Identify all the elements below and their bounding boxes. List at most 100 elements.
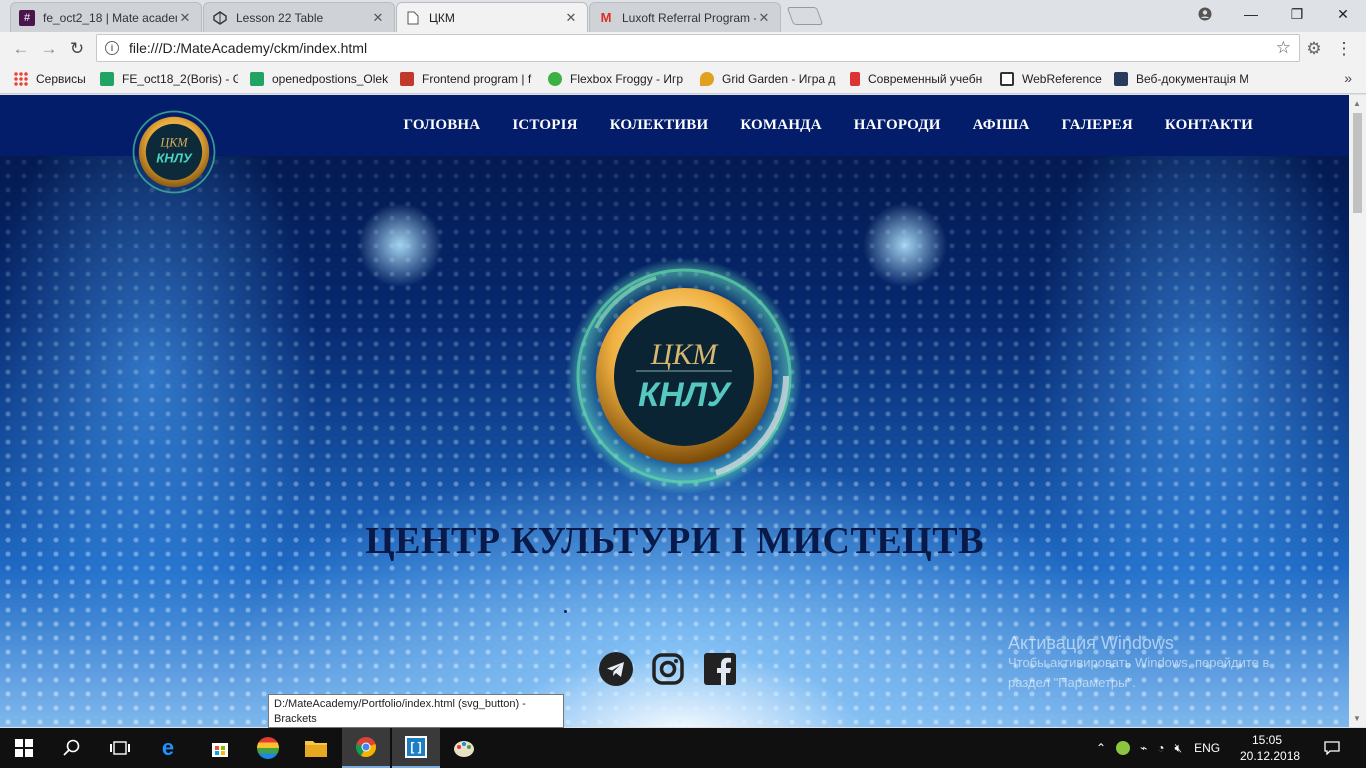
reload-icon[interactable]: ↻: [66, 38, 88, 60]
carrot-icon: [700, 72, 714, 86]
window-close-button[interactable]: ✕: [1320, 0, 1366, 28]
minimize-button[interactable]: —: [1228, 0, 1274, 28]
notifications-icon[interactable]: [1324, 728, 1340, 768]
paint-icon[interactable]: [440, 728, 488, 768]
windows-taskbar: e [ ] ⌃ ⌁ ◔ 🔇︎ ENG 15:05 20.12.2018: [0, 728, 1366, 768]
nav-item-team[interactable]: КОМАНДА: [740, 117, 821, 134]
page-viewport: ГОЛОВНА ІСТОРІЯ КОЛЕКТИВИ КОМАНДА НАГОРО…: [0, 95, 1349, 727]
tab-title: ЦКМ: [429, 10, 455, 25]
bookmark-star-icon[interactable]: ☆: [1276, 38, 1291, 58]
bookmark-frontend-program[interactable]: Frontend program | f: [400, 70, 538, 88]
slack-hash-icon: #: [19, 9, 35, 26]
nav-item-awards[interactable]: НАГОРОДИ: [854, 117, 941, 134]
tab-title: Luxoft Referral Program -: [622, 10, 756, 25]
social-links: [599, 652, 737, 686]
nav-item-history[interactable]: ІСТОРІЯ: [512, 117, 577, 134]
close-icon[interactable]: ✕: [370, 10, 386, 26]
menu-dots-icon[interactable]: ⋮: [1333, 38, 1355, 60]
nav-item-contacts[interactable]: КОНТАКТИ: [1165, 117, 1253, 134]
page-scrollbar[interactable]: ▲ ▼: [1349, 95, 1366, 727]
tab-luxoft[interactable]: M Luxoft Referral Program - ✕: [589, 2, 781, 32]
bookmark-flexbox-froggy[interactable]: Flexbox Froggy - Игр: [548, 70, 686, 88]
logo-text-bottom: КНЛУ: [156, 151, 193, 166]
logo-text-top: ЦКМ: [159, 136, 188, 150]
store-icon[interactable]: [196, 728, 244, 768]
facebook-icon[interactable]: [703, 652, 737, 686]
tab-title: fe_oct2_18 | Mate academ: [43, 10, 177, 25]
sheets-icon: [100, 72, 114, 86]
tab-lesson-22[interactable]: Lesson 22 Table ✕: [203, 2, 395, 32]
maximize-button[interactable]: ❐: [1274, 0, 1320, 28]
page-icon: [405, 10, 421, 26]
codepen-icon: [212, 10, 228, 26]
chat-icon: [1000, 72, 1014, 86]
shield-plus-icon[interactable]: [1116, 741, 1131, 755]
system-clock[interactable]: 15:05 20.12.2018: [1240, 732, 1300, 764]
bookmarks-bar: Сервисы FE_oct18_2(Boris) - G openedpost…: [0, 64, 1366, 94]
bookmark-openedpositions[interactable]: openedpostions_Olek: [250, 70, 388, 88]
scroll-down-icon[interactable]: ▼: [1353, 714, 1361, 723]
bookmark-fe-oct18[interactable]: FE_oct18_2(Boris) - G: [100, 70, 238, 88]
tray-icons: ⌃ ⌁ ◔ 🔇︎ ENG: [1096, 728, 1220, 768]
scroll-up-icon[interactable]: ▲: [1353, 99, 1361, 108]
mdn-icon: [1114, 72, 1128, 86]
bookmark-grid-garden[interactable]: Grid Garden - Игра д: [700, 70, 836, 88]
new-tab-button[interactable]: [786, 7, 824, 25]
bookmark-webreference[interactable]: WebReference: [1000, 70, 1104, 88]
rainbow-app-icon[interactable]: [244, 728, 292, 768]
nav-item-poster[interactable]: АФІША: [973, 117, 1030, 134]
apps-grid-icon: [14, 72, 28, 86]
brackets-icon[interactable]: [ ]: [392, 728, 440, 768]
gmail-icon: M: [600, 10, 612, 25]
close-icon[interactable]: ✕: [563, 10, 579, 26]
forward-arrow-icon[interactable]: →: [38, 38, 60, 60]
edge-browser-icon[interactable]: e: [144, 728, 192, 768]
language-indicator[interactable]: ENG: [1194, 741, 1220, 755]
hero-title: ЦЕНТР КУЛЬТУРИ І МИСТЕЦТВ: [365, 520, 984, 562]
windows-activation-watermark: Активация Windows Чтобы активировать Win…: [1008, 633, 1270, 690]
hero-logo-text-bottom: КНЛУ: [638, 376, 733, 414]
main-nav: ГОЛОВНА ІСТОРІЯ КОЛЕКТИВИ КОМАНДА НАГОРО…: [403, 117, 1253, 134]
telegram-icon[interactable]: [599, 652, 633, 686]
tab-mate-academy[interactable]: # fe_oct2_18 | Mate academ ✕: [10, 2, 202, 32]
task-view-icon[interactable]: [96, 728, 144, 768]
address-bar[interactable]: i file:///D:/MateAcademy/ckm/index.html …: [96, 34, 1300, 62]
frog-icon: [548, 72, 562, 86]
nav-item-collectives[interactable]: КОЛЕКТИВИ: [610, 117, 709, 134]
search-icon[interactable]: [48, 728, 96, 768]
wifi-icon[interactable]: ◔: [1157, 741, 1164, 755]
scrollbar-thumb[interactable]: [1353, 113, 1362, 213]
js-icon: [850, 72, 860, 86]
browser-tab-strip: # fe_oct2_18 | Mate academ ✕ Lesson 22 T…: [0, 0, 1366, 32]
tab-title: Lesson 22 Table: [236, 10, 324, 25]
nav-item-gallery[interactable]: ГАЛЕРЕЯ: [1062, 117, 1133, 134]
info-icon[interactable]: i: [105, 41, 119, 55]
chrome-icon[interactable]: [342, 728, 390, 768]
volume-muted-icon[interactable]: 🔇︎: [1175, 741, 1183, 756]
file-explorer-icon[interactable]: [292, 728, 340, 768]
extension-gear-icon[interactable]: ⚙: [1303, 38, 1325, 60]
decorative-dot: [564, 610, 567, 613]
site-logo[interactable]: ЦКМ КНЛУ: [130, 108, 218, 196]
windows-start-icon[interactable]: [0, 728, 48, 768]
hero-logo-text-top: ЦКМ: [650, 338, 720, 371]
tab-ckm[interactable]: ЦКМ ✕: [396, 2, 588, 32]
close-icon[interactable]: ✕: [177, 10, 193, 26]
power-plug-icon[interactable]: ⌁: [1140, 741, 1147, 755]
profile-icon[interactable]: [1182, 0, 1228, 28]
show-hidden-icons-icon[interactable]: ⌃: [1096, 741, 1106, 755]
back-arrow-icon[interactable]: ←: [10, 38, 32, 60]
bookmark-mdn[interactable]: Веб-документація M: [1114, 70, 1248, 88]
instagram-icon[interactable]: [651, 652, 685, 686]
url-text: file:///D:/MateAcademy/ckm/index.html: [129, 40, 368, 56]
mo-icon: [400, 72, 414, 86]
sheets-icon: [250, 72, 264, 86]
more-bookmarks-icon[interactable]: »: [1344, 70, 1352, 86]
nav-item-home[interactable]: ГОЛОВНА: [403, 117, 480, 134]
close-icon[interactable]: ✕: [756, 10, 772, 26]
bookmark-services[interactable]: Сервисы: [14, 70, 94, 88]
browser-toolbar: ← → ↻ i file:///D:/MateAcademy/ckm/index…: [0, 32, 1366, 64]
bookmark-js-tutorial[interactable]: Современный учебн: [850, 70, 986, 88]
hero-logo: ЦКМ КНЛУ: [566, 258, 802, 494]
taskbar-tooltip: D:/MateAcademy/Portfolio/index.html (svg…: [268, 694, 564, 728]
